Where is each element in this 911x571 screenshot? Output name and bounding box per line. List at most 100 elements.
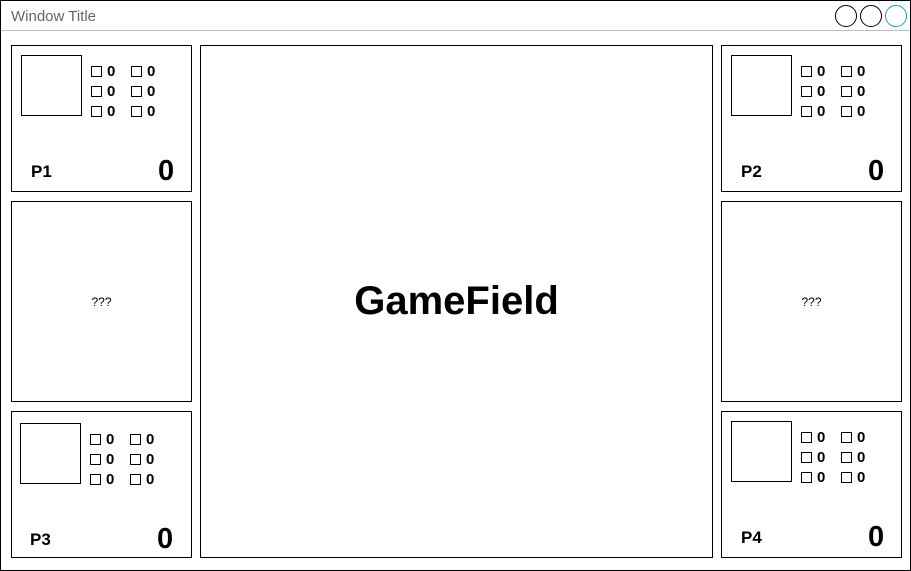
player-name: P1 [31, 162, 52, 181]
stat-checkbox[interactable] [841, 471, 852, 483]
stat-checkbox[interactable] [91, 105, 102, 117]
stat-value: 0 [817, 102, 826, 120]
player-avatar [731, 421, 792, 482]
player-score: 0 [158, 155, 175, 187]
player-avatar [20, 423, 81, 484]
stat-checkbox[interactable] [841, 85, 852, 97]
player-name: P2 [741, 162, 762, 181]
side-panel-right: ??? [721, 201, 902, 402]
stat-checkbox[interactable] [801, 471, 812, 483]
stat-item: 0 [131, 82, 156, 100]
window-circle-button-3[interactable] [885, 5, 907, 27]
stat-value: 0 [857, 448, 866, 466]
stat-item: 0 [841, 102, 866, 120]
stat-value: 0 [857, 62, 866, 80]
player-score: 0 [868, 155, 885, 187]
game-field[interactable]: GameField [200, 45, 713, 558]
stat-checkbox[interactable] [801, 105, 812, 117]
stat-checkbox[interactable] [130, 433, 141, 445]
window-circle-button-2[interactable] [860, 5, 882, 27]
placeholder-text: ??? [801, 294, 822, 309]
stat-checkbox[interactable] [801, 431, 812, 443]
stat-checkbox[interactable] [90, 453, 101, 465]
stat-item: 0 [841, 468, 866, 486]
game-field-label: GameField [354, 279, 559, 323]
stat-item: 0 [801, 62, 826, 80]
app-window: Window Title 0 0 0 0 0 0 P1 0 ??? 0 0 0 … [0, 0, 911, 571]
stat-value: 0 [107, 82, 116, 100]
stat-item: 0 [90, 450, 115, 468]
stat-value: 0 [857, 468, 866, 486]
stat-value: 0 [817, 448, 826, 466]
stat-checkbox[interactable] [801, 65, 812, 77]
stat-checkbox[interactable] [801, 85, 812, 97]
player-avatar [731, 55, 792, 116]
player-score: 0 [868, 521, 885, 553]
stat-item: 0 [91, 62, 116, 80]
stat-value: 0 [146, 430, 155, 448]
stat-value: 0 [817, 62, 826, 80]
stat-checkbox[interactable] [90, 473, 101, 485]
stat-value: 0 [106, 430, 115, 448]
stat-value: 0 [146, 470, 155, 488]
stat-value: 0 [107, 102, 116, 120]
player-panel-p2: 0 0 0 0 0 0 P2 0 [721, 45, 902, 192]
stat-item: 0 [841, 82, 866, 100]
stat-value: 0 [106, 450, 115, 468]
stat-item: 0 [841, 448, 866, 466]
window-title: Window Title [11, 8, 97, 25]
stat-checkbox[interactable] [91, 85, 102, 97]
stat-item: 0 [801, 468, 826, 486]
stat-item: 0 [91, 82, 116, 100]
stat-checkbox[interactable] [131, 105, 142, 117]
stat-value: 0 [106, 470, 115, 488]
stat-checkbox[interactable] [130, 473, 141, 485]
stat-value: 0 [107, 62, 116, 80]
stat-item: 0 [801, 82, 826, 100]
stat-value: 0 [857, 82, 866, 100]
stat-item: 0 [841, 428, 866, 446]
stat-value: 0 [147, 82, 156, 100]
stat-item: 0 [131, 102, 156, 120]
stat-item: 0 [801, 428, 826, 446]
player-name: P4 [741, 528, 762, 547]
stat-item: 0 [801, 448, 826, 466]
player-name: P3 [30, 530, 51, 549]
stat-checkbox[interactable] [841, 431, 852, 443]
stat-item: 0 [130, 450, 155, 468]
stat-value: 0 [146, 450, 155, 468]
stat-checkbox[interactable] [841, 451, 852, 463]
stat-checkbox[interactable] [801, 451, 812, 463]
stat-item: 0 [131, 62, 156, 80]
player-panel-p1: 0 0 0 0 0 0 P1 0 [11, 45, 192, 192]
stat-value: 0 [857, 102, 866, 120]
stat-item: 0 [130, 470, 155, 488]
title-bar[interactable]: Window Title [1, 1, 910, 31]
stat-value: 0 [817, 82, 826, 100]
window-circle-button-1[interactable] [835, 5, 857, 27]
stat-checkbox[interactable] [90, 433, 101, 445]
placeholder-text: ??? [91, 294, 112, 309]
stat-value: 0 [147, 62, 156, 80]
stat-checkbox[interactable] [131, 65, 142, 77]
stat-checkbox[interactable] [130, 453, 141, 465]
stat-item: 0 [841, 62, 866, 80]
player-panel-p3: 0 0 0 0 0 0 P3 0 [11, 411, 192, 558]
stat-checkbox[interactable] [131, 85, 142, 97]
stat-checkbox[interactable] [841, 65, 852, 77]
stat-checkbox[interactable] [91, 65, 102, 77]
stat-item: 0 [90, 430, 115, 448]
player-score: 0 [157, 523, 174, 555]
stat-value: 0 [817, 468, 826, 486]
stat-value: 0 [147, 102, 156, 120]
stat-item: 0 [801, 102, 826, 120]
stat-item: 0 [91, 102, 116, 120]
player-avatar [21, 55, 82, 116]
side-panel-left: ??? [11, 201, 192, 402]
stat-value: 0 [857, 428, 866, 446]
stat-item: 0 [130, 430, 155, 448]
player-panel-p4: 0 0 0 0 0 0 P4 0 [721, 411, 902, 558]
stat-item: 0 [90, 470, 115, 488]
stat-value: 0 [817, 428, 826, 446]
stat-checkbox[interactable] [841, 105, 852, 117]
